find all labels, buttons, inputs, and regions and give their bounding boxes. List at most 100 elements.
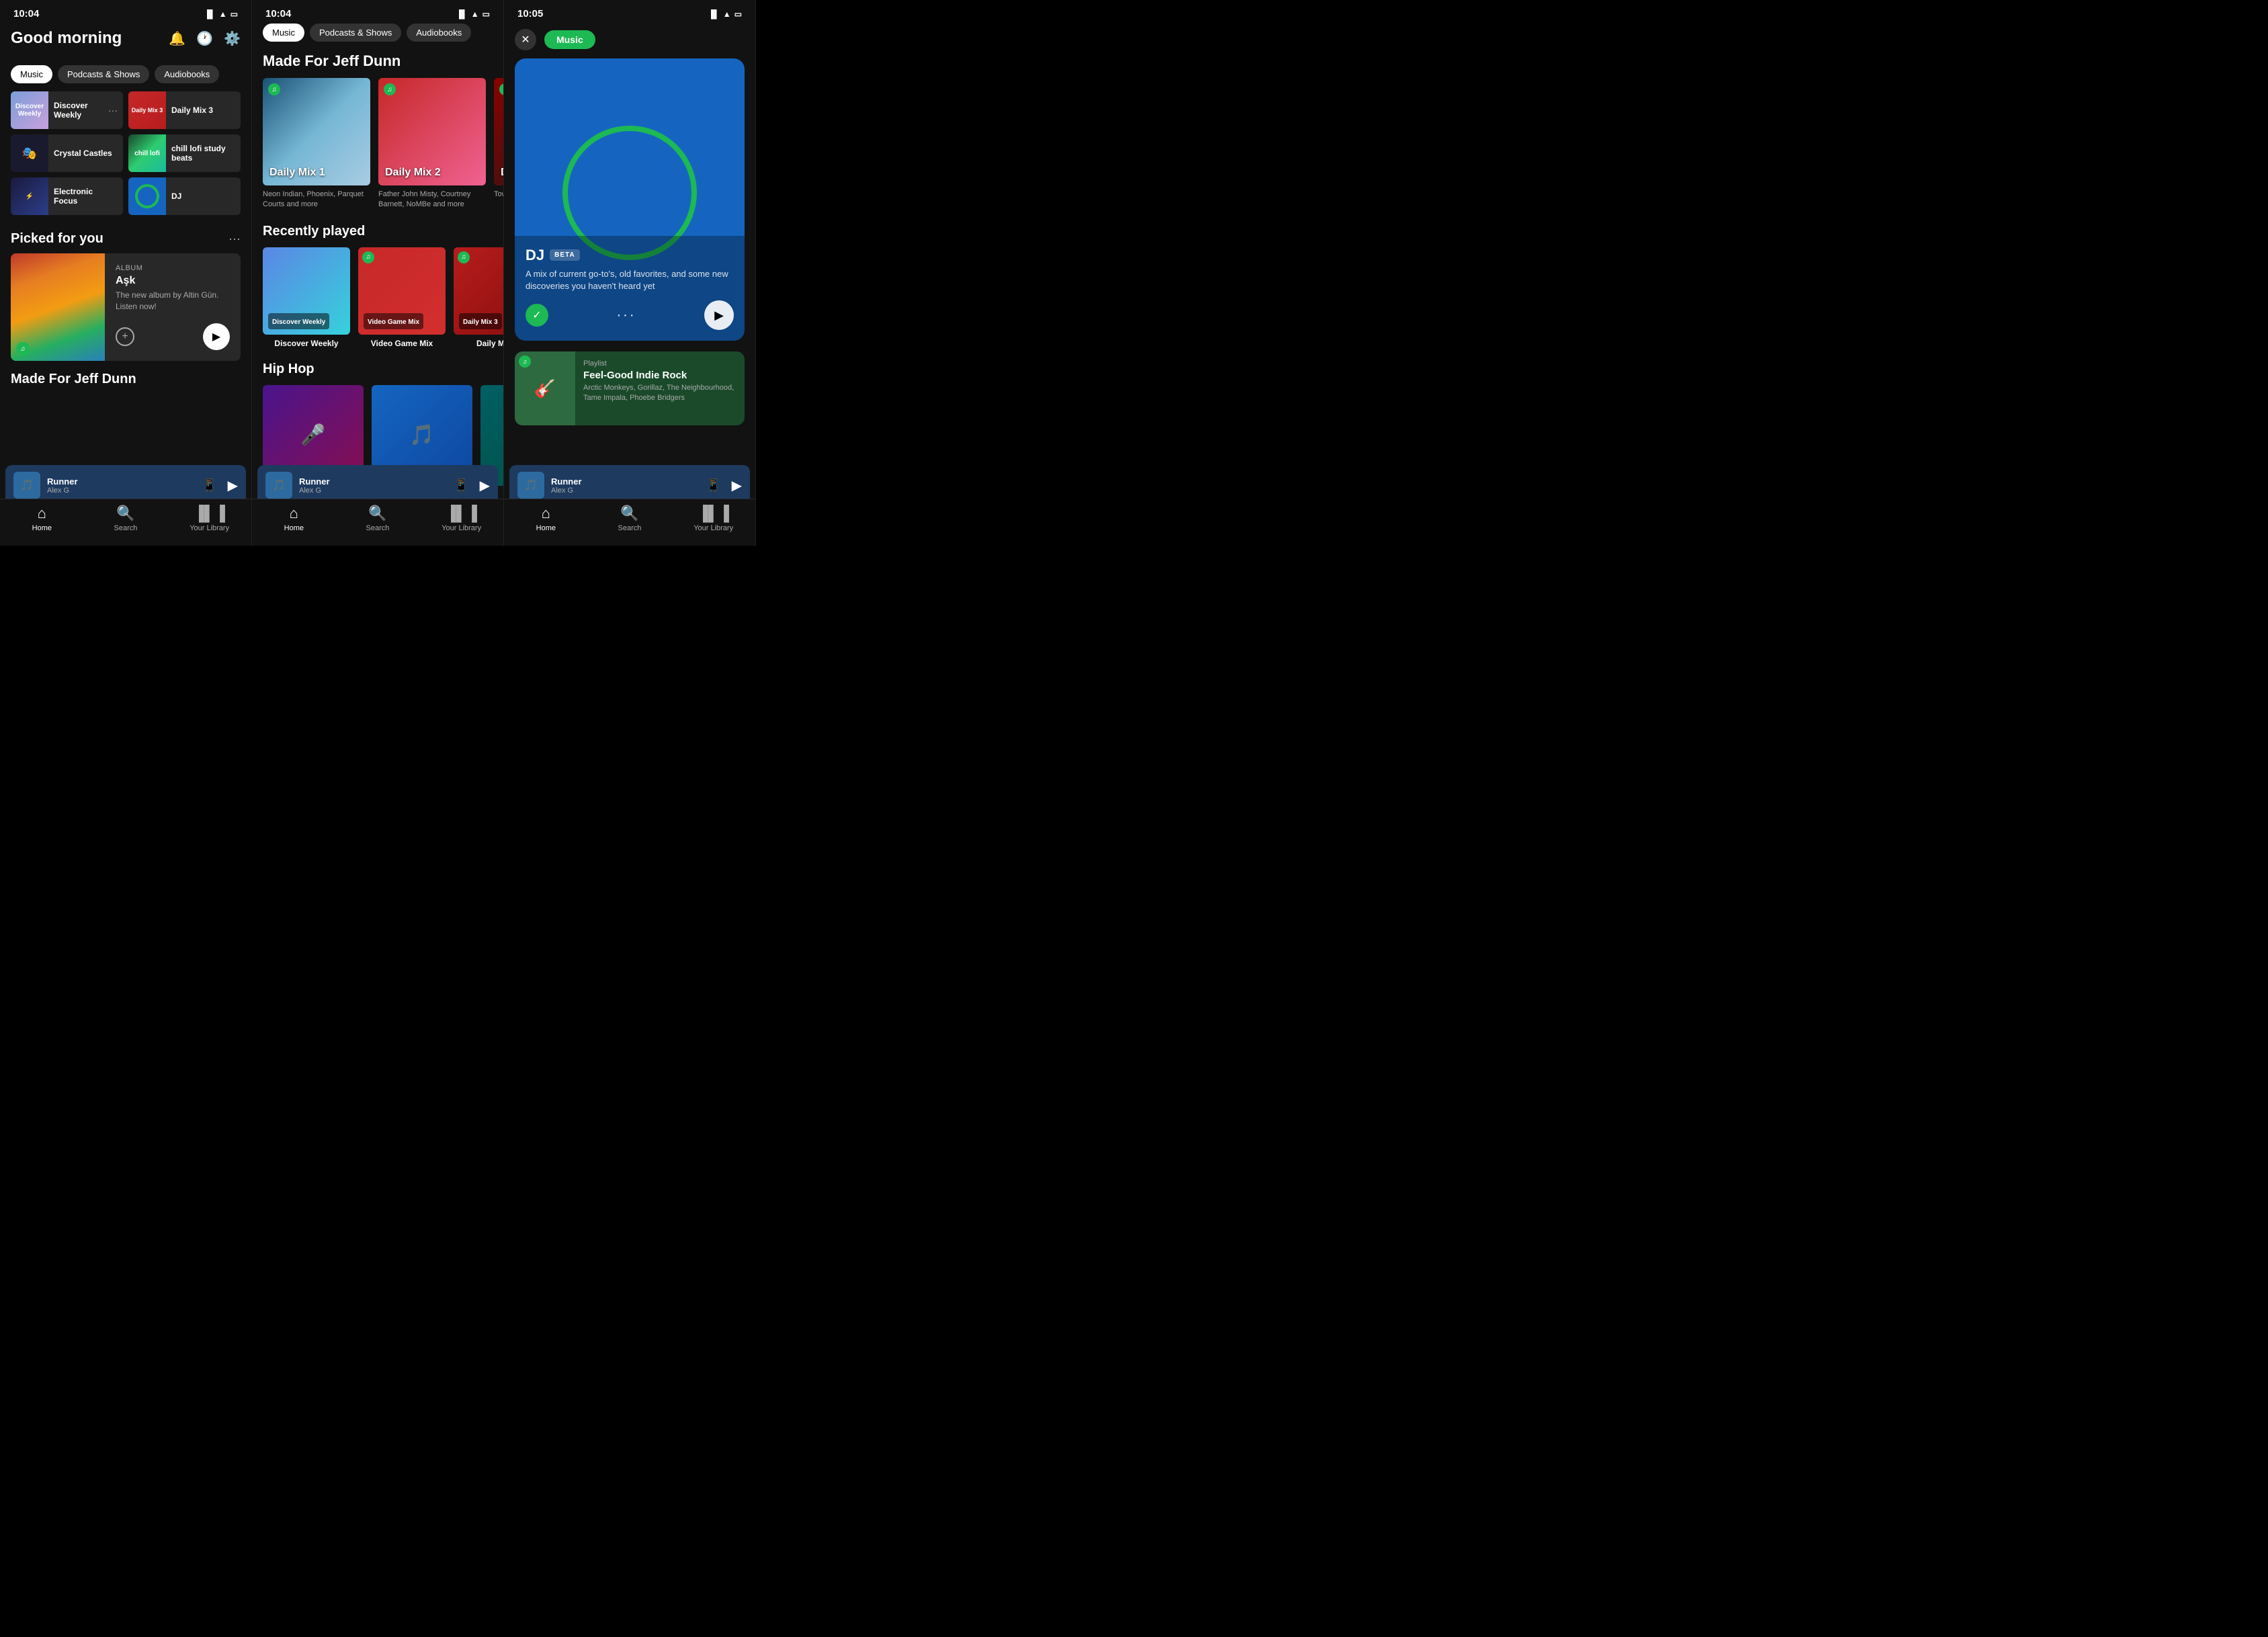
history-icon[interactable]: 🕐 (196, 30, 213, 47)
discover-dots[interactable]: ··· (108, 105, 123, 116)
quick-item-efocus[interactable]: ⚡ Electronic Focus (11, 177, 123, 215)
efocus-label: Electronic Focus (48, 187, 123, 206)
made-for-title-1: Made For Jeff Dunn (0, 361, 251, 392)
quick-item-daily3[interactable]: Daily Mix 3 Daily Mix 3 (128, 91, 241, 129)
status-icons-3: ▐▌ ▲ ▭ (708, 9, 742, 19)
daily-mix-1-card[interactable]: ♫ Daily Mix 1 Neon Indian, Phoenix, Parq… (263, 78, 370, 210)
recent-vgm-label: Video Game Mix (358, 339, 446, 348)
daily-mix-3-card[interactable]: ♫ Daily Towkio, more (494, 78, 503, 210)
library-label-2: Your Library (442, 524, 481, 532)
wifi-icon-2: ▲ (471, 9, 479, 19)
pill-audiobooks-2[interactable]: Audiobooks (407, 24, 471, 42)
quick-item-chill[interactable]: chill lofi chill lofi study beats (128, 134, 241, 172)
recently-played-title: Recently played (252, 210, 503, 247)
home-icon-1: ⌂ (38, 505, 46, 522)
signal-icon-2: ▐▌ (456, 9, 468, 19)
daily-mix-3-art: ♫ Daily (494, 78, 503, 185)
pill-podcasts-2[interactable]: Podcasts & Shows (310, 24, 401, 42)
home-label-3: Home (536, 524, 556, 532)
dj-title-row: DJ BETA (526, 247, 734, 264)
home-label-2: Home (284, 524, 304, 532)
pill-music-2[interactable]: Music (263, 24, 304, 42)
signal-icon-3: ▐▌ (708, 9, 720, 19)
np-play-3[interactable]: ▶ (732, 477, 742, 494)
play-button[interactable]: ▶ (203, 323, 230, 350)
dj-thumb (128, 177, 166, 215)
nav-home-3[interactable]: ⌂ Home (526, 505, 566, 532)
np-art-1: 🎵 (13, 472, 40, 499)
dj-description: A mix of current go-to's, old favorites,… (526, 268, 734, 292)
nav-library-1[interactable]: ▐▌▐ Your Library (190, 505, 230, 532)
pill-music-1[interactable]: Music (11, 65, 52, 83)
recent-vgm[interactable]: ♫ Video Game Mix Video Game Mix (358, 247, 446, 348)
dj-main-label: DJ (526, 247, 544, 264)
nav-home-1[interactable]: ⌂ Home (22, 505, 62, 532)
fg-art: ♫ 🎸 (515, 351, 575, 425)
recent-scroll: Discover Weekly Discover Weekly ♫ Video … (252, 247, 503, 348)
np-play-2[interactable]: ▶ (480, 477, 490, 494)
crystal-thumb: 🎭 (11, 134, 48, 172)
connect-icon-1[interactable]: 📱 (202, 478, 216, 493)
dm1-bg: ♫ Daily Mix 1 (263, 78, 370, 185)
notification-icon[interactable]: 🔔 (169, 30, 185, 47)
time-1: 10:04 (13, 8, 39, 19)
dm1-label: Daily Mix 1 (269, 167, 325, 179)
library-label-1: Your Library (190, 524, 229, 532)
np-art-3: 🎵 (517, 472, 544, 499)
music-active-pill[interactable]: Music (544, 30, 595, 49)
recent-daily3-art: ♫ Daily Mix 3 (454, 247, 503, 335)
nav-library-3[interactable]: ▐▌▐ Your Library (694, 505, 734, 532)
quick-grid: Discover Weekly Discover Weekly ··· Dail… (0, 91, 251, 220)
nav-search-3[interactable]: 🔍 Search (610, 505, 650, 532)
page-title-1: Good morning (11, 29, 122, 48)
crystal-label: Crystal Castles (48, 149, 123, 158)
dj-play-button[interactable]: ▶ (704, 300, 734, 330)
spotify-badge-dm2: ♫ (384, 83, 396, 95)
dj-check-icon[interactable]: ✓ (526, 304, 548, 327)
bottom-nav-3: ⌂ Home 🔍 Search ▐▌▐ Your Library (504, 499, 755, 546)
close-button[interactable]: ✕ (515, 29, 536, 50)
daily-mix-1-art: ♫ Daily Mix 1 (263, 78, 370, 185)
settings-icon[interactable]: ⚙️ (224, 30, 241, 47)
home-label-1: Home (32, 524, 52, 532)
picked-info: Album Aşk The new album by Altin Gün. Li… (105, 253, 241, 361)
status-bar-2: 10:04 ▐▌ ▲ ▭ (252, 0, 503, 24)
quick-item-crystal[interactable]: 🎭 Crystal Castles (11, 134, 123, 172)
dm2-label: Daily Mix 2 (385, 167, 441, 179)
status-icons-2: ▐▌ ▲ ▭ (456, 9, 490, 19)
nav-search-2[interactable]: 🔍 Search (358, 505, 398, 532)
feel-good-card[interactable]: ♫ 🎸 Playlist Feel-Good Indie Rock Arctic… (515, 351, 745, 425)
daily-mix-2-art: ♫ Daily Mix 2 (378, 78, 486, 185)
recent-vgm-art: ♫ Video Game Mix (358, 247, 446, 335)
home-icon-2: ⌂ (290, 505, 298, 522)
recent-discover[interactable]: Discover Weekly Discover Weekly (263, 247, 350, 348)
library-icon-2: ▐▌▐ (446, 505, 477, 522)
battery-icon-2: ▭ (482, 9, 490, 19)
nav-home-2[interactable]: ⌂ Home (274, 505, 314, 532)
daily-mix-2-card[interactable]: ♫ Daily Mix 2 Father John Misty, Courtne… (378, 78, 486, 210)
picked-dots[interactable]: ··· (228, 232, 241, 246)
panel-1: 10:04 ▐▌ ▲ ▭ Good morning 🔔 🕐 ⚙️ Music P… (0, 0, 252, 546)
picked-type: Album (116, 264, 230, 272)
picked-card[interactable]: ♫ Album Aşk The new album by Altin Gün. … (11, 253, 241, 361)
nav-library-2[interactable]: ▐▌▐ Your Library (442, 505, 482, 532)
picked-title: Picked for you (11, 231, 103, 247)
pill-podcasts-1[interactable]: Podcasts & Shows (58, 65, 149, 83)
spotify-badge-dm1: ♫ (268, 83, 280, 95)
connect-icon-2[interactable]: 📱 (454, 478, 468, 493)
add-button[interactable]: + (116, 327, 134, 346)
quick-item-discover[interactable]: Discover Weekly Discover Weekly ··· (11, 91, 123, 129)
recent-daily3[interactable]: ♫ Daily Mix 3 Daily Mix 3 (454, 247, 503, 348)
np-art-2: 🎵 (265, 472, 292, 499)
fg-type: Playlist (583, 360, 737, 368)
time-2: 10:04 (265, 8, 291, 19)
np-play-1[interactable]: ▶ (228, 477, 238, 494)
connect-icon-3[interactable]: 📱 (706, 478, 720, 493)
np-info-1: Home Runner Alex G (47, 476, 195, 495)
fg-artists: Arctic Monkeys, Gorillaz, The Neighbourh… (583, 383, 737, 404)
dj-more-dots[interactable]: ··· (617, 308, 636, 323)
nav-search-1[interactable]: 🔍 Search (106, 505, 146, 532)
pill-audiobooks-1[interactable]: Audiobooks (155, 65, 219, 83)
quick-item-dj[interactable]: DJ (128, 177, 241, 215)
np-info-3: Runner Alex G (551, 476, 699, 495)
